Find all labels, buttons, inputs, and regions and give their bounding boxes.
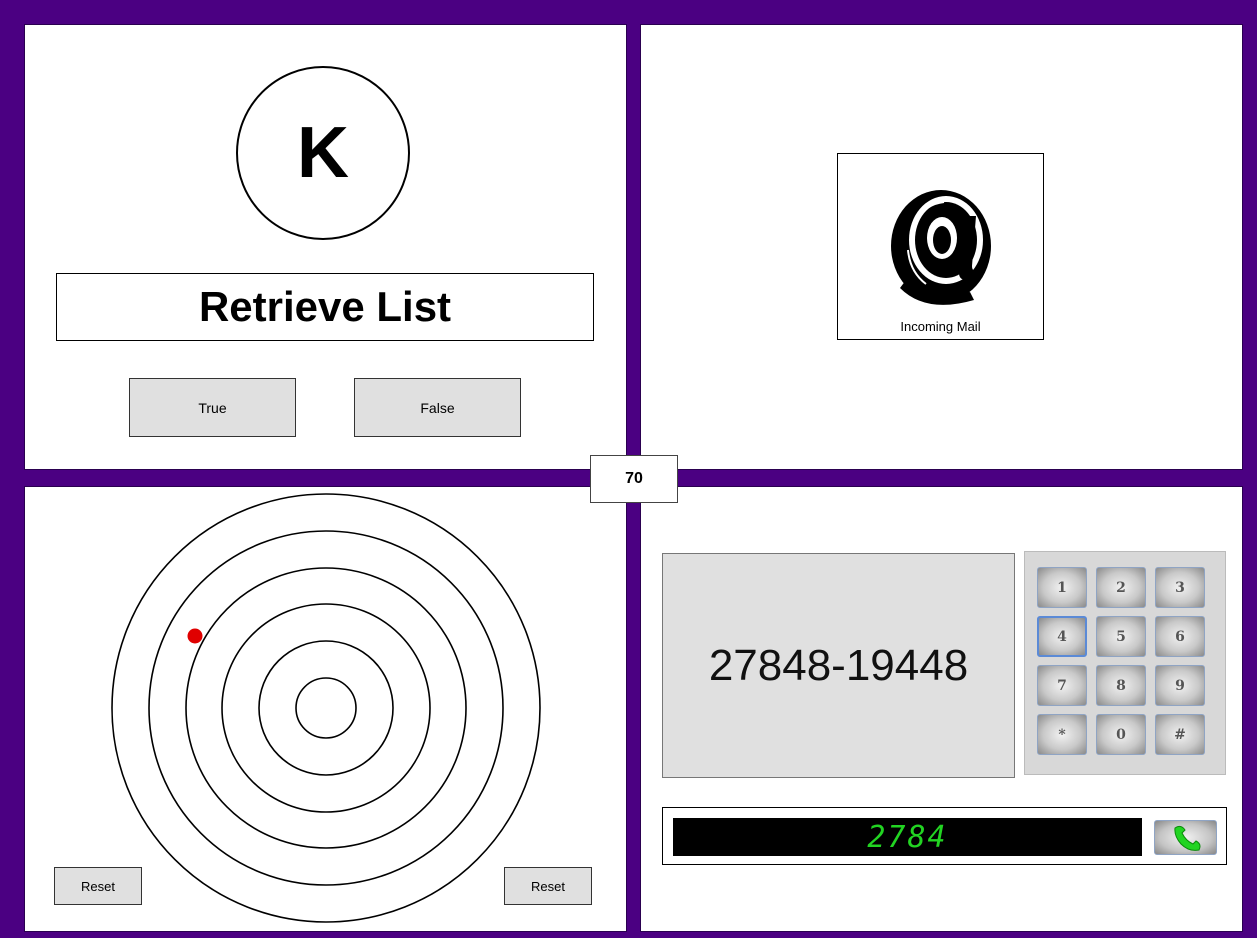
key-hash[interactable]: # <box>1155 714 1205 755</box>
reset-left-button[interactable]: Reset <box>54 867 142 905</box>
target-ring <box>258 640 394 776</box>
score-counter: 70 <box>590 455 678 503</box>
call-button[interactable] <box>1154 820 1217 855</box>
task-text: Retrieve List <box>56 273 594 341</box>
target-number-display: 27848-19448 <box>662 553 1015 778</box>
stimulus-panel: K Retrieve List True False <box>24 24 627 470</box>
key-star[interactable]: * <box>1037 714 1087 755</box>
key-2[interactable]: 2 <box>1096 567 1146 608</box>
mail-label: Incoming Mail <box>900 319 981 334</box>
target-ring <box>295 677 357 739</box>
incoming-mail-button[interactable]: Incoming Mail <box>837 153 1044 340</box>
key-8[interactable]: 8 <box>1096 665 1146 706</box>
mail-panel: Incoming Mail <box>640 24 1243 470</box>
phone-panel: 27848-19448 1 2 3 4 5 6 7 8 9 * 0 # 2784 <box>640 486 1243 932</box>
target-ring <box>221 603 431 813</box>
key-3[interactable]: 3 <box>1155 567 1205 608</box>
keypad: 1 2 3 4 5 6 7 8 9 * 0 # <box>1024 551 1226 775</box>
tracking-panel: Reset Reset <box>24 486 627 932</box>
target-ring <box>185 567 467 849</box>
at-sign-icon <box>891 190 991 305</box>
dial-bar: 2784 <box>662 807 1227 865</box>
false-button[interactable]: False <box>354 378 521 437</box>
target-ring <box>148 530 504 886</box>
key-4[interactable]: 4 <box>1037 616 1087 657</box>
key-7[interactable]: 7 <box>1037 665 1087 706</box>
phone-handset-icon <box>1174 825 1201 851</box>
true-button[interactable]: True <box>129 378 296 437</box>
key-0[interactable]: 0 <box>1096 714 1146 755</box>
key-5[interactable]: 5 <box>1096 616 1146 657</box>
target-ring <box>111 493 541 923</box>
dialed-digits: 2784 <box>673 818 1142 856</box>
key-6[interactable]: 6 <box>1155 616 1205 657</box>
letter-circle: K <box>236 66 410 240</box>
target-dot <box>187 628 203 644</box>
reset-right-button[interactable]: Reset <box>504 867 592 905</box>
key-1[interactable]: 1 <box>1037 567 1087 608</box>
key-9[interactable]: 9 <box>1155 665 1205 706</box>
